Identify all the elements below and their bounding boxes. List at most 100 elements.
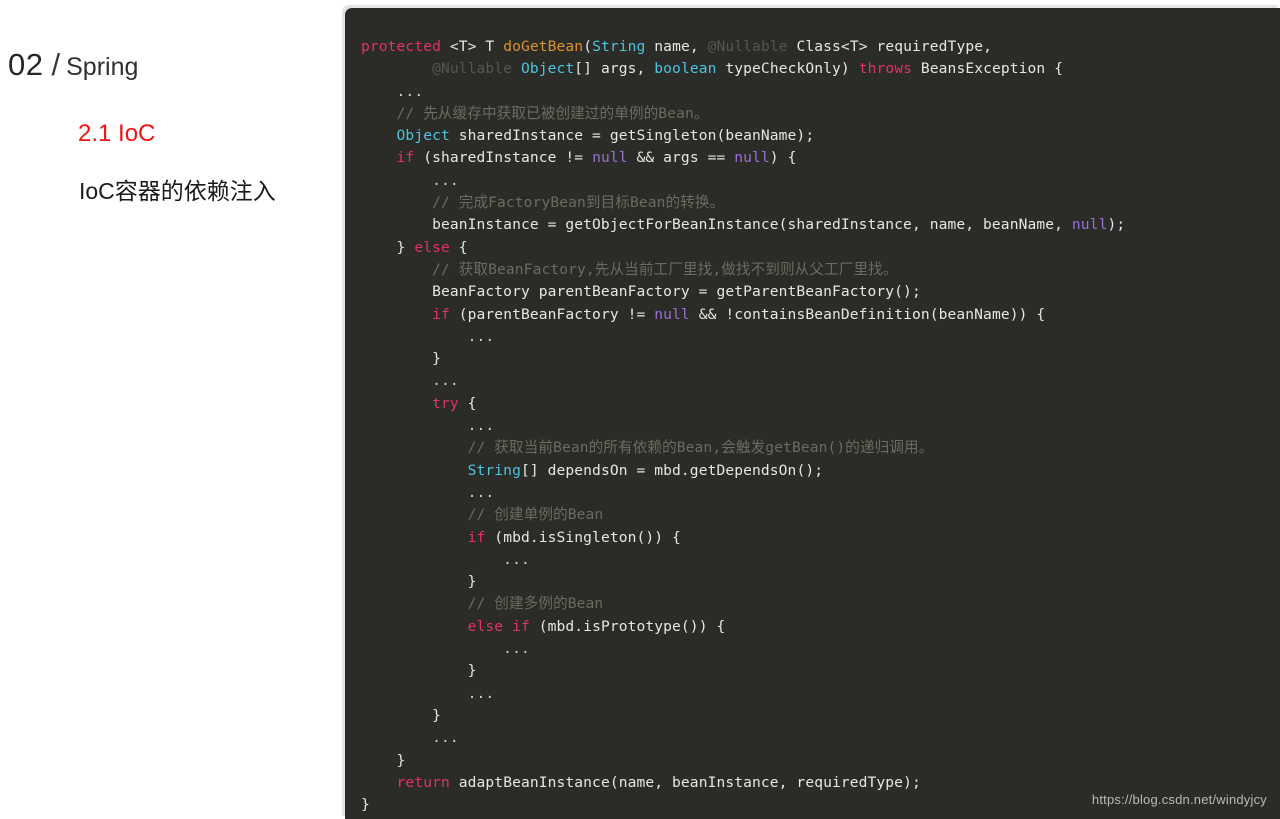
code-token: protected <box>361 38 441 55</box>
code-line: else if (mbd.isPrototype()) { <box>361 616 1280 638</box>
code-line: ... <box>361 549 1280 571</box>
section-number-title: 2.1 IoC <box>78 120 156 147</box>
code-token: ) { <box>769 149 797 167</box>
code-line: Object sharedInstance = getSingleton(bea… <box>361 125 1280 147</box>
code-scroll-area[interactable]: protected <T> T doGetBean(String name, @… <box>345 8 1280 819</box>
code-line: ... <box>361 326 1280 348</box>
code-token: Object <box>396 127 450 145</box>
code-token: && !containsBeanDefinition(beanName)) { <box>689 305 1046 323</box>
code-line: } <box>361 571 1280 593</box>
code-line: try { <box>361 393 1280 415</box>
watermark-url: https://blog.csdn.net/windyjcy <box>1091 792 1267 807</box>
code-token: BeansException { <box>912 60 1064 78</box>
code-token: String <box>592 38 646 55</box>
code-token: // 获取BeanFactory,先从当前工厂里找,做找不到则从父工厂里找。 <box>361 260 898 278</box>
code-token: @Nullable <box>707 38 788 55</box>
code-token: // 创建多例的Bean <box>361 595 604 613</box>
code-line: ... <box>361 638 1280 660</box>
code-token: beanInstance = getObjectForBeanInstance(… <box>361 216 1072 234</box>
code-line: ... <box>361 727 1280 749</box>
code-token: // 先从缓存中获取已被创建过的单例的Bean。 <box>361 104 709 122</box>
code-token: ... <box>361 729 459 747</box>
code-token: if <box>512 617 530 635</box>
code-token: if <box>396 149 415 167</box>
code-token: doGetBean <box>503 38 584 55</box>
code-token: } <box>361 573 477 591</box>
code-line: if (sharedInstance != null && args == nu… <box>361 147 1280 169</box>
code-line: BeanFactory parentBeanFactory = getParen… <box>361 281 1280 303</box>
code-line: beanInstance = getObjectForBeanInstance(… <box>361 214 1280 236</box>
code-token: sharedInstance = getSingleton(beanName); <box>449 127 815 145</box>
code-line: // 获取当前Bean的所有依赖的Bean,会触发getBean()的递归调用。 <box>361 437 1280 459</box>
code-token: @Nullable <box>432 60 513 78</box>
code-line: // 创建多例的Bean <box>361 593 1280 615</box>
code-line: protected <T> T doGetBean(String name, @… <box>361 36 1280 58</box>
code-line: return adaptBeanInstance(name, beanInsta… <box>361 772 1280 794</box>
code-token: null <box>592 149 628 167</box>
code-line: } else { <box>361 237 1280 259</box>
code-token: Class<T> requiredType, <box>787 38 992 55</box>
code-line: ... <box>361 170 1280 192</box>
code-line: ... <box>361 482 1280 504</box>
code-token: else <box>467 617 504 635</box>
code-token: } <box>361 238 415 256</box>
code-token: ... <box>361 171 459 189</box>
code-token: } <box>361 751 406 769</box>
slide-page: 02/Spring 2.1 IoC IoC容器的依赖注入 protected <… <box>0 0 1280 819</box>
code-token: // 获取当前Bean的所有依赖的Bean,会触发getBean()的递归调用。 <box>361 439 934 457</box>
code-token: ); <box>1107 216 1126 234</box>
code-line: // 创建单例的Bean <box>361 504 1280 526</box>
code-token: null <box>734 149 770 167</box>
code-token: typeCheckOnly) <box>716 60 859 78</box>
code-line: ... <box>361 370 1280 392</box>
chapter-separator: / <box>51 47 61 82</box>
code-token: boolean <box>654 60 717 78</box>
section-description: IoC容器的依赖注入 <box>79 178 276 204</box>
code-line: } <box>361 750 1280 772</box>
code-line: ... <box>361 683 1280 705</box>
code-token: ... <box>361 483 495 501</box>
code-token: ... <box>361 417 495 435</box>
code-block: protected <T> T doGetBean(String name, @… <box>345 8 1280 816</box>
code-token: // 创建单例的Bean <box>361 506 604 524</box>
code-token: { <box>458 394 477 412</box>
code-line: // 先从缓存中获取已被创建过的单例的Bean。 <box>361 103 1280 125</box>
chapter-heading: 02/Spring <box>8 47 138 83</box>
code-token: ... <box>361 372 459 390</box>
code-line: } <box>361 705 1280 727</box>
outline-sidebar: 02/Spring 2.1 IoC IoC容器的依赖注入 <box>0 0 345 819</box>
code-line: if (parentBeanFactory != null && !contai… <box>361 304 1280 326</box>
code-token: null <box>654 305 690 323</box>
code-line: ... <box>361 81 1280 103</box>
code-token: { <box>449 238 468 256</box>
code-token: name, <box>645 38 708 55</box>
chapter-name: Spring <box>66 53 139 81</box>
code-token: [] args, <box>574 60 655 78</box>
code-token: BeanFactory parentBeanFactory = getParen… <box>361 283 921 301</box>
code-token: if <box>467 528 486 546</box>
code-token: // 完成FactoryBean到目标Bean的转换。 <box>361 194 725 212</box>
code-token: String <box>467 461 521 479</box>
code-token: if <box>432 305 450 323</box>
code-token: Object <box>520 60 575 78</box>
code-token: } <box>361 350 441 368</box>
code-token: ... <box>361 684 495 702</box>
chapter-number: 02 <box>8 47 44 82</box>
code-line: // 获取BeanFactory,先从当前工厂里找,做找不到则从父工厂里找。 <box>361 259 1280 281</box>
code-panel: protected <T> T doGetBean(String name, @… <box>345 8 1280 819</box>
code-token: try <box>432 394 459 412</box>
code-token: ... <box>361 640 530 658</box>
code-token: && args == <box>627 149 735 167</box>
code-token: ... <box>361 82 424 100</box>
code-token: } <box>361 706 441 724</box>
code-token: (mbd.isPrototype()) { <box>529 617 726 635</box>
code-token: } <box>361 662 477 680</box>
